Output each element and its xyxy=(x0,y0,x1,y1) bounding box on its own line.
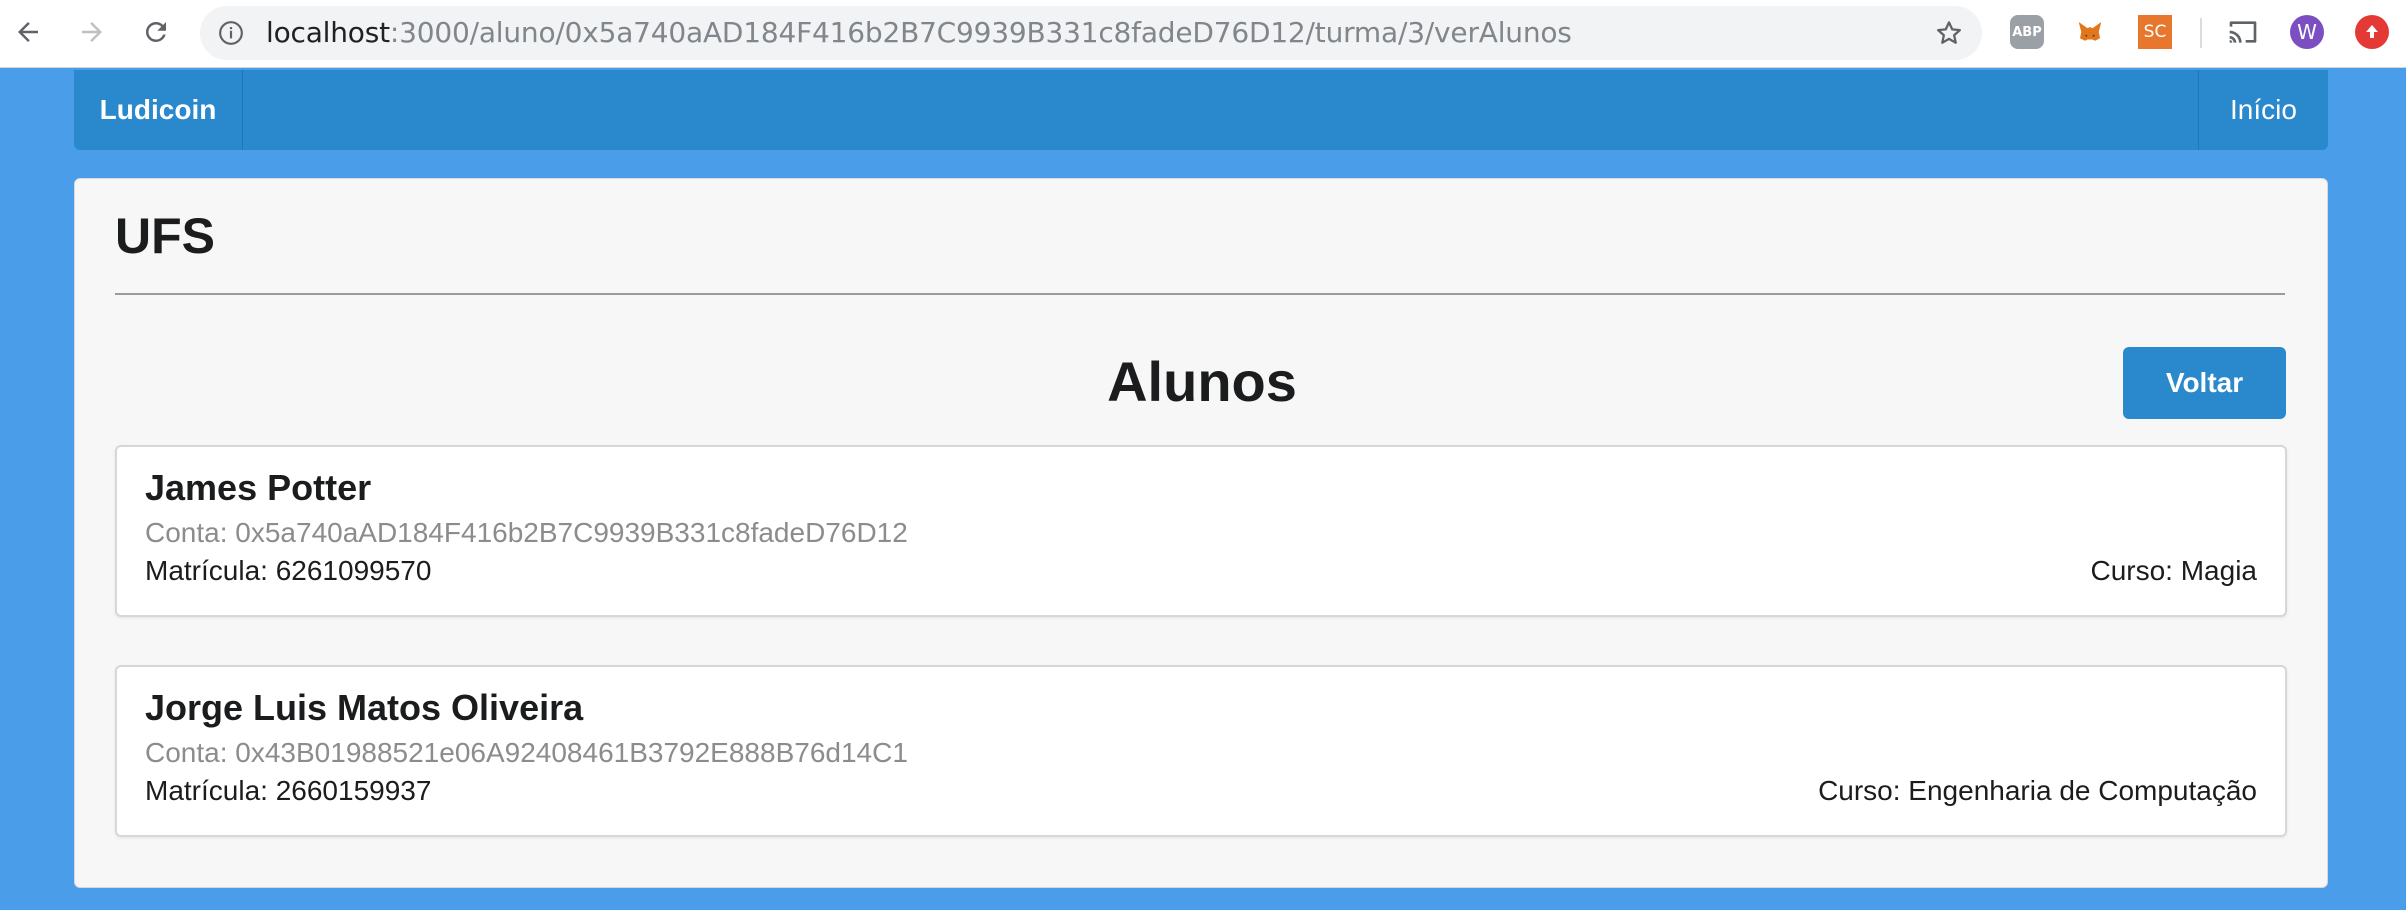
student-account: Conta: 0x43B01988521e06A92408461B3792E88… xyxy=(145,737,908,768)
cast-icon[interactable] xyxy=(2226,15,2260,49)
home-link[interactable]: Início xyxy=(2198,70,2328,150)
url-host: localhost xyxy=(266,16,390,49)
student-card: Jorge Luis Matos Oliveira Conta: 0x43B01… xyxy=(115,665,2287,837)
metamask-fox-icon[interactable] xyxy=(2073,15,2107,49)
student-name: Jorge Luis Matos Oliveira xyxy=(145,687,584,728)
student-card: James Potter Conta: 0x5a740aAD184F416b2B… xyxy=(115,445,2287,617)
reload-icon[interactable] xyxy=(136,12,176,52)
student-registration: Matrícula: 6261099570 xyxy=(145,555,432,586)
student-course: Curso: Magia xyxy=(2090,555,2257,586)
bookmark-star-icon[interactable] xyxy=(1934,18,1964,48)
toolbar-separator xyxy=(2200,18,2202,48)
url-text: localhost:3000/aluno/0x5a740aAD184F416b2… xyxy=(266,18,1572,48)
back-button[interactable]: Voltar xyxy=(2123,347,2286,419)
adblock-icon[interactable]: ABP xyxy=(2010,15,2044,49)
app-navbar: Ludicoin Início xyxy=(74,70,2328,150)
student-registration: Matrícula: 2660159937 xyxy=(145,775,432,806)
url-path: :3000/aluno/0x5a740aAD184F416b2B7C9939B3… xyxy=(389,16,1572,49)
forward-arrow-icon[interactable] xyxy=(72,12,112,52)
student-account: Conta: 0x5a740aAD184F416b2B7C9939B331c8f… xyxy=(145,517,908,548)
brand-link[interactable]: Ludicoin xyxy=(74,70,243,150)
organization-title: UFS xyxy=(115,208,215,264)
main-panel: UFS Alunos Voltar James Potter Conta: 0x… xyxy=(74,178,2328,888)
browser-toolbar: localhost:3000/aluno/0x5a740aAD184F416b2… xyxy=(0,0,2406,68)
update-arrow-icon[interactable] xyxy=(2355,15,2389,49)
profile-avatar[interactable]: W xyxy=(2290,15,2324,49)
header-divider xyxy=(115,293,2285,295)
info-icon[interactable] xyxy=(218,20,244,46)
student-name: James Potter xyxy=(145,467,372,508)
address-bar[interactable]: localhost:3000/aluno/0x5a740aAD184F416b2… xyxy=(200,6,1982,60)
student-course: Curso: Engenharia de Computação xyxy=(1818,775,2257,806)
sc-extension-icon[interactable]: SC xyxy=(2138,15,2172,49)
section-title: Alunos xyxy=(1107,350,1297,413)
back-arrow-icon[interactable] xyxy=(8,12,48,52)
